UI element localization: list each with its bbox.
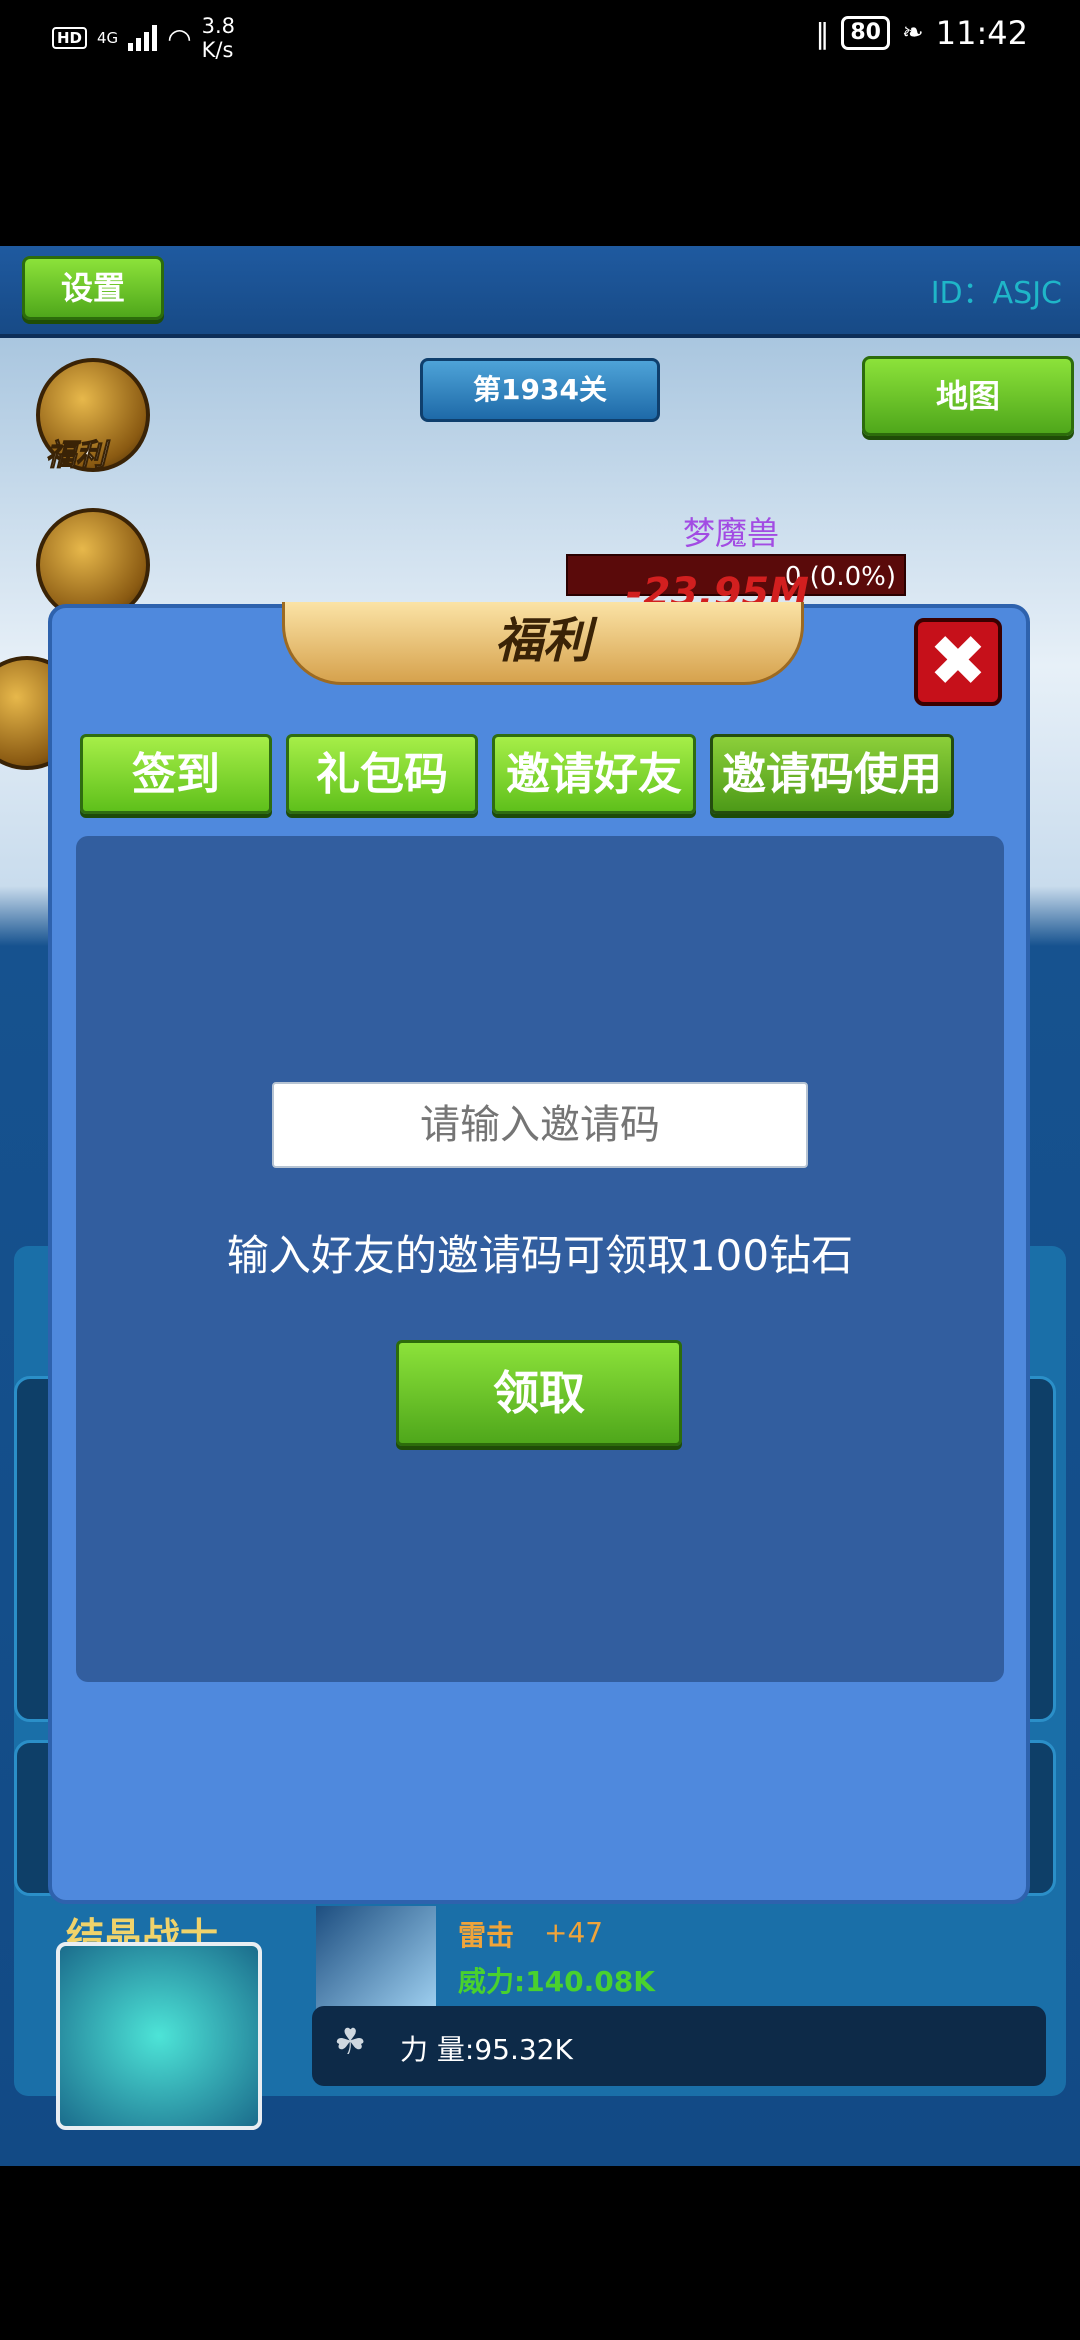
dialog-title: 福利 [282,602,804,685]
network-type: 4G [97,28,119,47]
signal-icon [128,25,158,51]
network-speed: 3.8 K/s [202,14,235,62]
lightning-skill-icon [316,1906,436,2010]
status-left: HD 4G ◠ 3.8 K/s [52,14,235,62]
tab-sign-in[interactable]: 签到 [80,734,272,814]
speed-value: 3.8 [201,14,236,38]
status-right: ‖ 80 ❧ 11:42 [815,14,1028,52]
paw-icon: ☘ [334,2022,367,2063]
clock: 11:42 [935,14,1028,52]
wifi-icon: ◠ [167,21,192,55]
boss-name: 梦魔兽 [683,514,780,552]
status-bar: HD 4G ◠ 3.8 K/s ‖ 80 ❧ 11:42 [0,0,1080,72]
welfare-icon-label: 福利 [46,438,107,474]
tab-gift-code[interactable]: 礼包码 [286,734,478,814]
player-id: ID：ASJC [930,276,1062,311]
vibrate-icon: ‖ [815,16,830,50]
speed-unit: K/s [201,38,234,62]
skill-name: 雷击 [458,1919,515,1952]
stage-banner: 第1934关 [420,358,660,422]
power-stat: 威力:140.08K [458,1965,655,1998]
claim-button[interactable]: 领取 [396,1340,682,1446]
close-x-icon: ✖ [928,620,988,702]
hero-portrait[interactable] [56,1942,262,2130]
hd-badge: HD [52,27,88,49]
settings-button[interactable]: 设置 [22,256,164,320]
battery-icon: 80 [841,16,890,50]
close-button[interactable]: ✖ [914,618,1002,706]
invite-code-input[interactable] [272,1082,808,1168]
skill-bonus: +47 [544,1916,604,1949]
leaf-icon: ❧ [901,18,924,48]
strength-stat: 力 量:95.32K [400,2033,573,2066]
invite-hint: 输入好友的邀请码可领取100钻石 [226,1231,854,1280]
map-button[interactable]: 地图 [862,356,1074,436]
tab-use-invite-code[interactable]: 邀请码使用 [710,734,954,814]
tab-invite-friends[interactable]: 邀请好友 [492,734,696,814]
game-top-bar: 设置 ID：ASJC [0,246,1080,338]
